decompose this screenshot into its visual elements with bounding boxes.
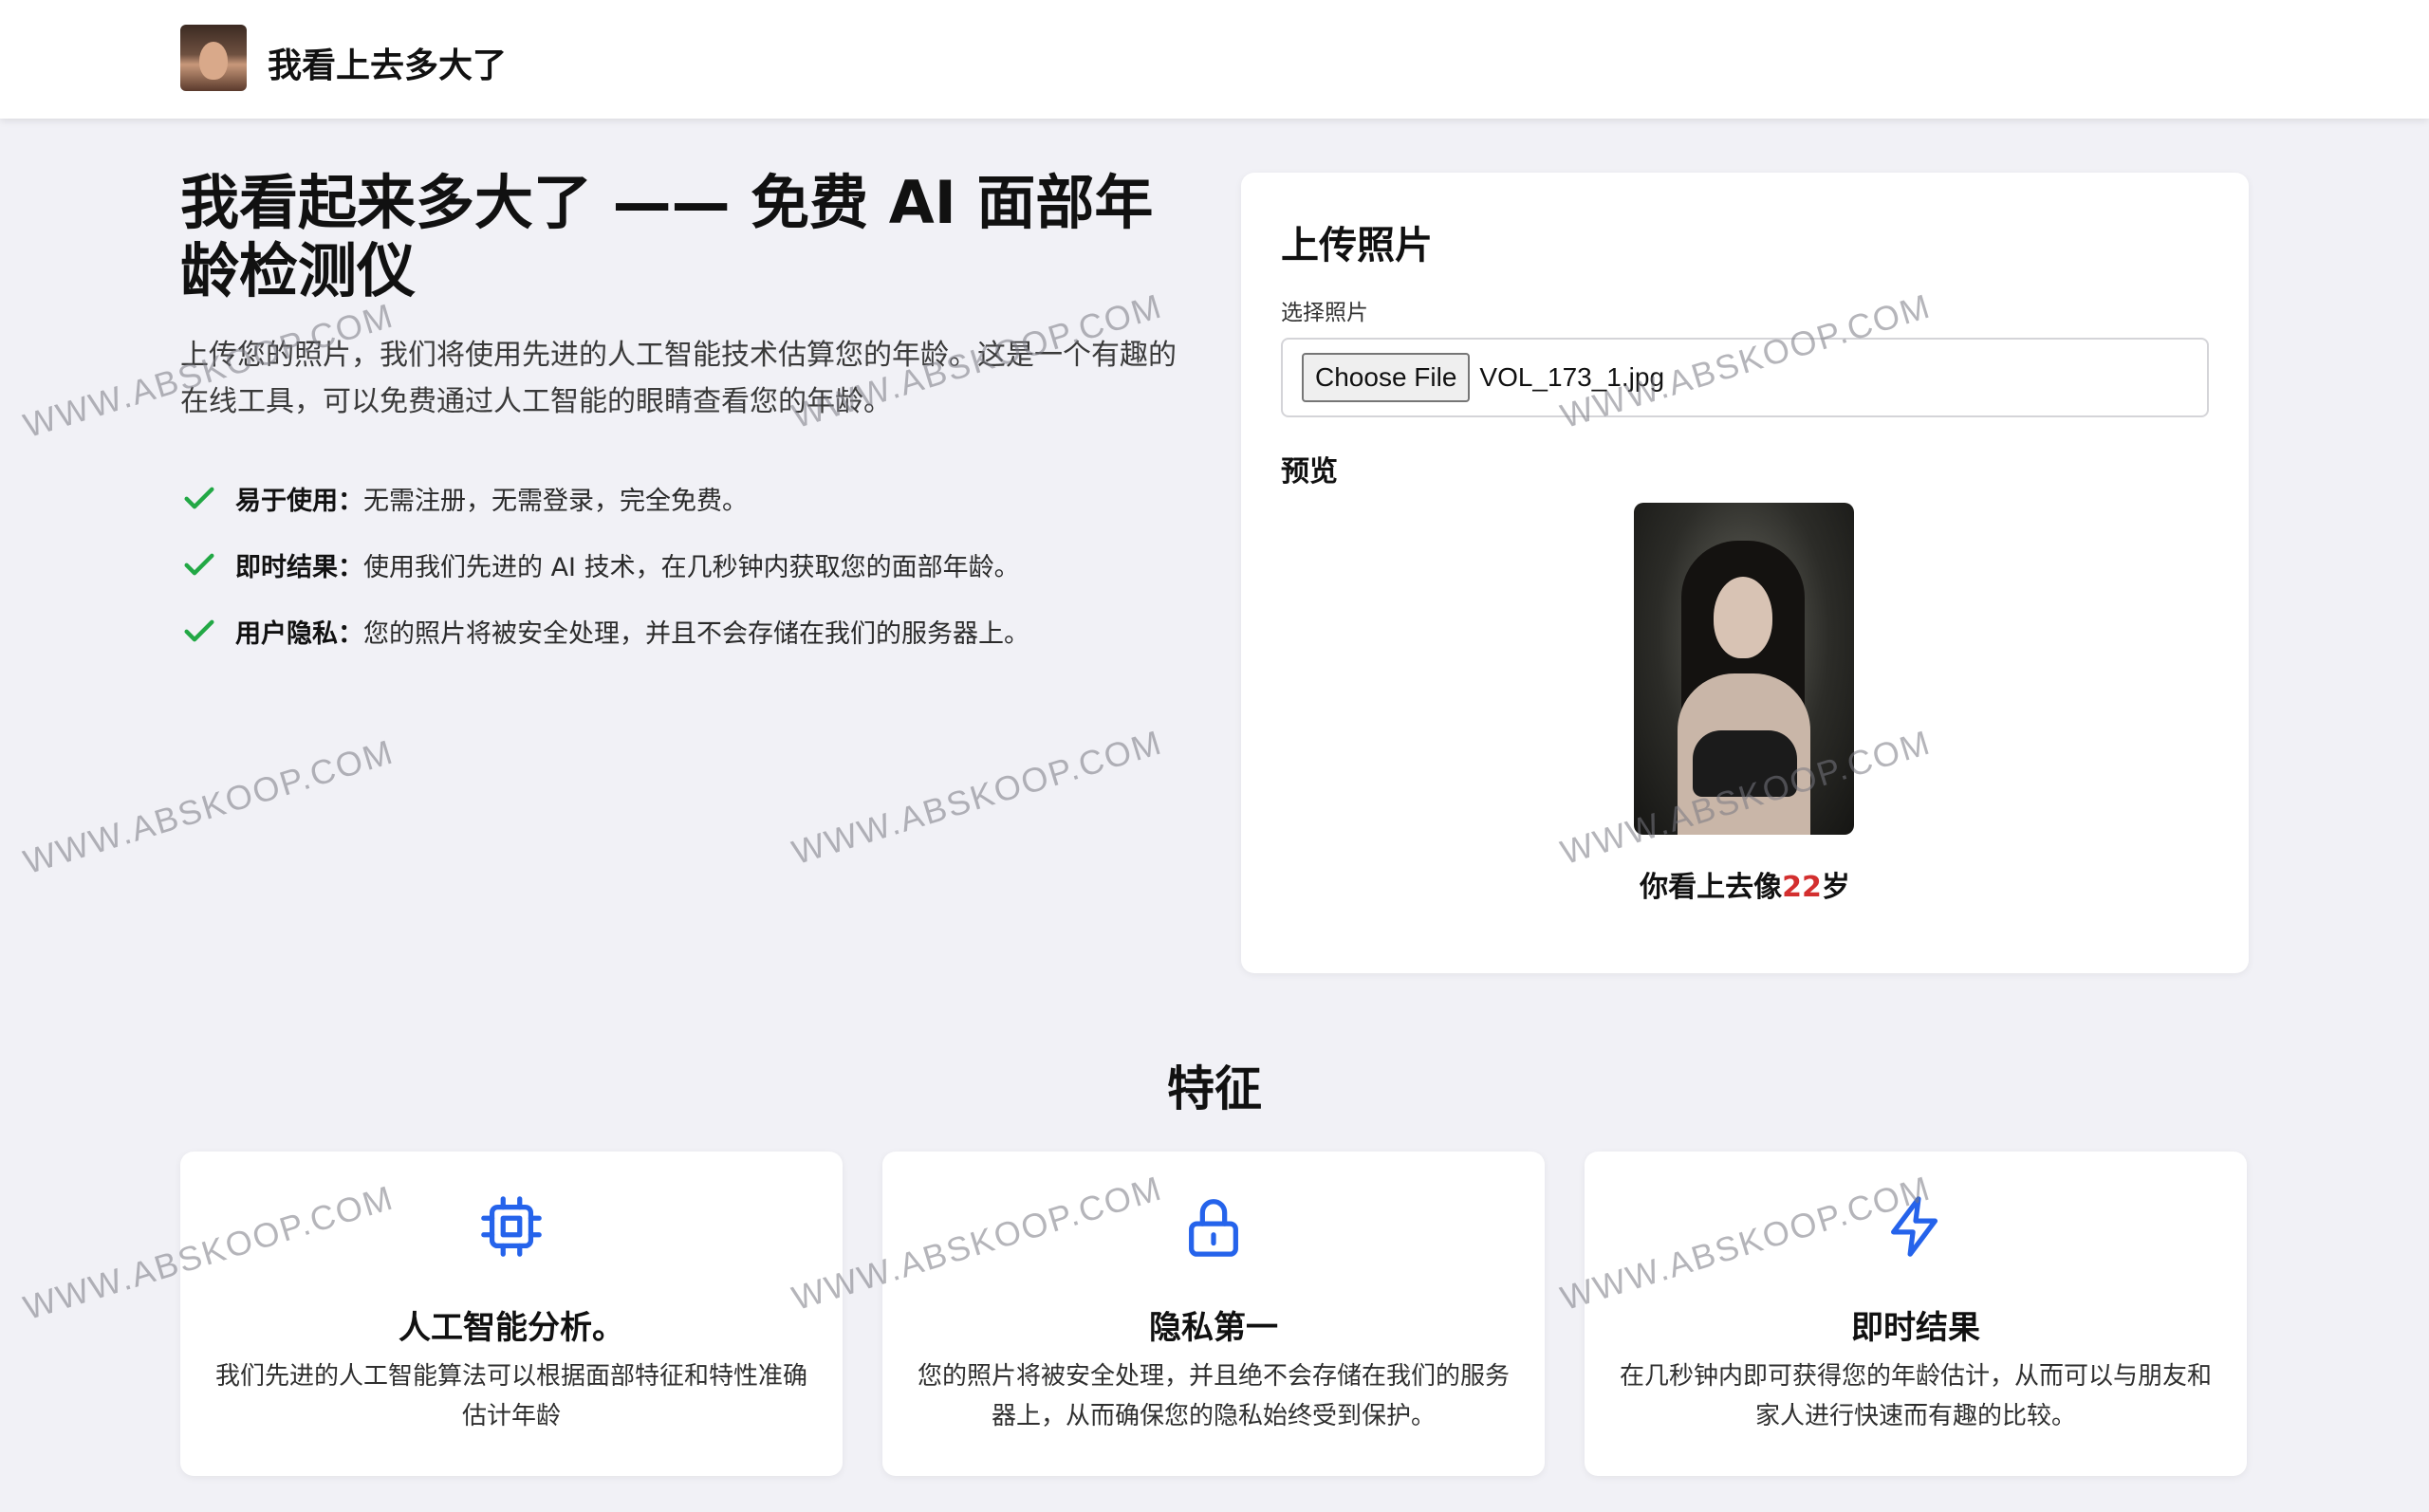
hero-title: 我看起来多大了 —— 免费 AI 面部年龄检测仪 xyxy=(180,168,1154,305)
benefit-label: 易于使用： xyxy=(235,486,363,516)
benefit-label: 即时结果： xyxy=(235,552,363,582)
benefit-label: 用户隐私： xyxy=(235,618,363,649)
preview-label: 预览 xyxy=(1281,455,1338,489)
feature-description: 您的照片将被安全处理，并且绝不会存储在我们的服务器上，从而确保您的隐私始终受到保… xyxy=(917,1362,1510,1430)
choose-file-button[interactable]: Choose File xyxy=(1302,353,1471,402)
feature-card-ai: 人工智能分析。 我们先进的人工智能算法可以根据面部特征和特性准确估计年龄 xyxy=(180,1152,843,1476)
feature-title: 即时结果 xyxy=(1851,1309,1980,1347)
check-icon xyxy=(184,553,214,576)
preview-image xyxy=(1634,503,1854,835)
logo-avatar[interactable] xyxy=(180,25,247,91)
benefit-text: 您的照片将被安全处理，并且不会存储在我们的服务器上。 xyxy=(363,618,1029,649)
benefit-list: 易于使用： 无需注册，无需登录，完全免费。 即时结果： 使用我们先进的 AI 技术，… xyxy=(180,465,1186,664)
upload-card: 上传照片 选择照片 Choose File VOL_173_1.jpg 预览 你… xyxy=(1241,173,2249,973)
watermark-text: WWW.ABSKOOP.COM xyxy=(19,731,399,882)
feature-description: 在几秒钟内即可获得您的年龄估计，从而可以与朋友和家人进行快速而有趣的比较。 xyxy=(1619,1362,2212,1430)
result-age: 22 xyxy=(1782,871,1822,904)
result-prefix: 你看上去像 xyxy=(1640,871,1783,904)
check-icon xyxy=(184,619,214,642)
benefit-text: 使用我们先进的 AI 技术，在几秒钟内获取您的面部年龄。 xyxy=(363,552,1020,582)
selected-file-name: VOL_173_1.jpg xyxy=(1479,362,1665,392)
benefit-text: 无需注册，无需登录，完全免费。 xyxy=(363,486,748,516)
feature-card-instant: 即时结果 在几秒钟内即可获得您的年龄估计，从而可以与朋友和家人进行快速而有趣的比… xyxy=(1585,1152,2247,1476)
benefit-item: 用户隐私： 您的照片将被安全处理，并且不会存储在我们的服务器上。 xyxy=(180,598,1186,664)
feature-title: 人工智能分析。 xyxy=(399,1309,624,1347)
check-icon xyxy=(184,487,214,509)
benefit-item: 即时结果： 使用我们先进的 AI 技术，在几秒钟内获取您的面部年龄。 xyxy=(180,531,1186,598)
file-field-label: 选择照片 xyxy=(1281,301,1368,325)
hero-description: 上传您的照片，我们将使用先进的人工智能技术估算您的年龄。这是一个有趣的在线工具，… xyxy=(180,339,1177,418)
age-result: 你看上去像22岁 xyxy=(1241,863,2249,905)
result-suffix: 岁 xyxy=(1821,871,1850,904)
benefit-item: 易于使用： 无需注册，无需登录，完全免费。 xyxy=(180,465,1186,531)
feature-title: 隐私第一 xyxy=(1149,1309,1278,1347)
lightning-icon xyxy=(1891,1196,1938,1257)
site-header: 我看上去多大了 xyxy=(0,0,2429,119)
feature-description: 我们先进的人工智能算法可以根据面部特征和特性准确估计年龄 xyxy=(214,1362,807,1430)
brand-name[interactable]: 我看上去多大了 xyxy=(268,38,507,87)
cpu-icon xyxy=(481,1196,542,1257)
lock-icon xyxy=(1189,1199,1238,1257)
features-title: 特征 xyxy=(1167,1061,1262,1116)
file-input[interactable]: Choose File VOL_173_1.jpg xyxy=(1281,338,2209,417)
feature-card-privacy: 隐私第一 您的照片将被安全处理，并且绝不会存储在我们的服务器上，从而确保您的隐私… xyxy=(882,1152,1545,1476)
watermark-text: WWW.ABSKOOP.COM xyxy=(788,722,1167,873)
upload-title: 上传照片 xyxy=(1281,224,1433,267)
